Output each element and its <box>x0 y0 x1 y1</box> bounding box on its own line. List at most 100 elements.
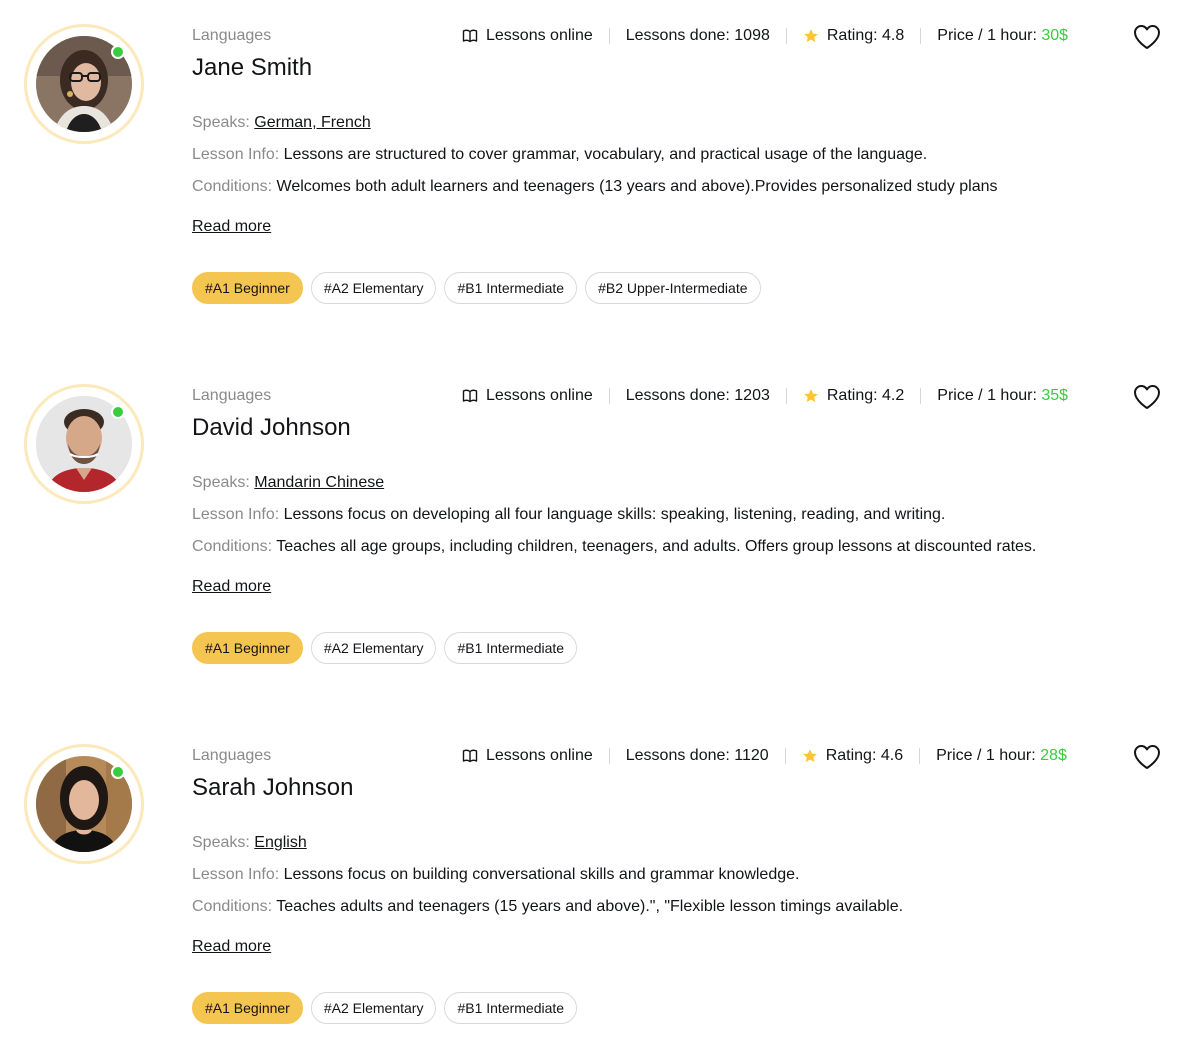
level-tags: #A1 Beginner #A2 Elementary #B1 Intermed… <box>192 632 578 664</box>
conditions-row: Conditions: Welcomes both adult learners… <box>192 177 998 197</box>
price-label: Price / 1 hour: <box>937 387 1037 404</box>
teacher-stats: Lessons online Lessons done: 1203 Rating… <box>462 386 1068 406</box>
stat-divider <box>608 28 610 44</box>
speaks-row: Speaks: English <box>192 833 307 853</box>
star-icon <box>802 748 818 764</box>
rating-label: Rating: <box>826 387 878 404</box>
price-value: 35$ <box>1041 387 1069 404</box>
stat-lessons-done: Lessons done: 1203 <box>626 386 770 406</box>
price-label: Price / 1 hour: <box>936 747 1036 764</box>
level-tag-b2[interactable]: #B2 Upper-Intermediate <box>585 272 761 304</box>
level-tags: #A1 Beginner #A2 Elementary #B1 Intermed… <box>192 272 761 304</box>
stat-divider <box>785 388 787 404</box>
stat-divider <box>920 28 922 44</box>
star-icon <box>803 388 819 404</box>
avatar-frame <box>24 24 144 144</box>
rating-label: Rating: <box>826 27 878 44</box>
lessons-online-label: Lessons online <box>486 387 593 404</box>
favorite-button[interactable] <box>1133 744 1161 770</box>
book-open-icon <box>462 388 478 404</box>
conditions-label: Conditions: <box>192 178 277 195</box>
price-label: Price / 1 hour: <box>937 27 1037 44</box>
level-tag-a2[interactable]: #A2 Elementary <box>310 632 437 664</box>
favorite-button[interactable] <box>1133 384 1161 410</box>
speaks-languages-link[interactable]: German, French <box>254 114 370 131</box>
lesson-info-value: Lessons are structured to cover grammar,… <box>283 146 928 163</box>
teacher-name: David Johnson <box>192 414 351 441</box>
conditions-row: Conditions: Teaches all age groups, incl… <box>192 537 1036 557</box>
level-tag-b1[interactable]: #B1 Intermediate <box>444 272 578 304</box>
conditions-value: Welcomes both adult learners and teenage… <box>276 178 998 195</box>
stat-price: Price / 1 hour: 30$ <box>937 26 1068 46</box>
conditions-value: Teaches all age groups, including childr… <box>276 538 1037 555</box>
lesson-info-row: Lesson Info: Lessons focus on building c… <box>192 865 799 885</box>
avatar-frame <box>24 384 144 504</box>
teacher-name: Jane Smith <box>192 54 313 81</box>
conditions-label: Conditions: <box>192 538 277 555</box>
speaks-languages-link[interactable]: Mandarin Chinese <box>254 474 384 491</box>
rating-label: Rating: <box>825 747 877 764</box>
level-tag-a1[interactable]: #A1 Beginner <box>192 272 303 304</box>
stat-price: Price / 1 hour: 35$ <box>937 386 1068 406</box>
price-value: 30$ <box>1041 27 1069 44</box>
price-value: 28$ <box>1040 747 1067 764</box>
conditions-label: Conditions: <box>192 898 277 915</box>
lesson-info-value: Lessons focus on developing all four lan… <box>283 506 946 523</box>
speaks-label: Speaks: <box>192 834 255 851</box>
teacher-category: Languages <box>192 747 272 764</box>
stat-lessons-online: Lessons online <box>462 26 593 46</box>
speaks-languages-link[interactable]: English <box>254 834 306 851</box>
level-tag-a1[interactable]: #A1 Beginner <box>192 632 303 664</box>
online-status-dot <box>111 405 125 419</box>
conditions-row: Conditions: Teaches adults and teenagers… <box>192 897 903 917</box>
book-open-icon <box>462 748 478 764</box>
read-more-link[interactable]: Read more <box>192 217 271 237</box>
speaks-label: Speaks: <box>192 474 255 491</box>
stat-divider <box>608 388 610 404</box>
lessons-done-value: 1203 <box>734 387 770 404</box>
teacher-card: Languages Jane Smith Lessons online Less… <box>0 0 1184 320</box>
conditions-value: Teaches adults and teenagers (15 years a… <box>276 898 904 915</box>
teacher-card: Languages Sarah Johnson Lessons online L… <box>0 720 1184 1040</box>
level-tag-b1[interactable]: #B1 Intermediate <box>444 632 578 664</box>
lesson-info-label: Lesson Info: <box>192 866 284 883</box>
lesson-info-label: Lesson Info: <box>192 146 284 163</box>
level-tag-a1[interactable]: #A1 Beginner <box>192 992 303 1024</box>
rating-value: 4.6 <box>880 747 904 764</box>
level-tags: #A1 Beginner #A2 Elementary #B1 Intermed… <box>192 992 578 1024</box>
speaks-row: Speaks: German, French <box>192 113 371 133</box>
stat-divider <box>608 748 610 764</box>
online-status-dot <box>111 45 125 59</box>
speaks-label: Speaks: <box>192 114 255 131</box>
lessons-online-label: Lessons online <box>486 747 593 764</box>
heart-icon <box>1134 25 1160 49</box>
star-icon <box>803 28 819 44</box>
lesson-info-label: Lesson Info: <box>192 506 284 523</box>
teacher-category: Languages <box>192 27 272 44</box>
level-tag-a2[interactable]: #A2 Elementary <box>310 272 437 304</box>
heart-icon <box>1134 385 1160 409</box>
avatar-frame <box>24 744 144 864</box>
stat-divider <box>919 748 921 764</box>
rating-value: 4.8 <box>882 27 905 44</box>
lessons-online-label: Lessons online <box>486 27 593 44</box>
stat-lessons-done: Lessons done: 1120 <box>626 746 769 766</box>
stat-divider <box>784 748 786 764</box>
teacher-card: Languages David Johnson Lessons online L… <box>0 360 1184 680</box>
read-more-link[interactable]: Read more <box>192 937 271 957</box>
online-status-dot <box>111 765 125 779</box>
teacher-stats: Lessons online Lessons done: 1098 Rating… <box>462 26 1068 46</box>
lessons-done-label: Lessons done: <box>625 747 730 764</box>
lesson-info-row: Lesson Info: Lessons focus on developing… <box>192 505 945 525</box>
heart-icon <box>1134 745 1160 769</box>
level-tag-a2[interactable]: #A2 Elementary <box>310 992 437 1024</box>
level-tag-b1[interactable]: #B1 Intermediate <box>444 992 578 1024</box>
stat-lessons-online: Lessons online <box>462 386 593 406</box>
favorite-button[interactable] <box>1133 24 1161 50</box>
stat-divider <box>785 28 787 44</box>
stat-rating: Rating: 4.2 <box>803 386 904 406</box>
lessons-done-label: Lessons done: <box>625 27 730 44</box>
read-more-link[interactable]: Read more <box>192 577 271 597</box>
teacher-name: Sarah Johnson <box>192 774 354 801</box>
stat-rating: Rating: 4.6 <box>802 746 903 766</box>
